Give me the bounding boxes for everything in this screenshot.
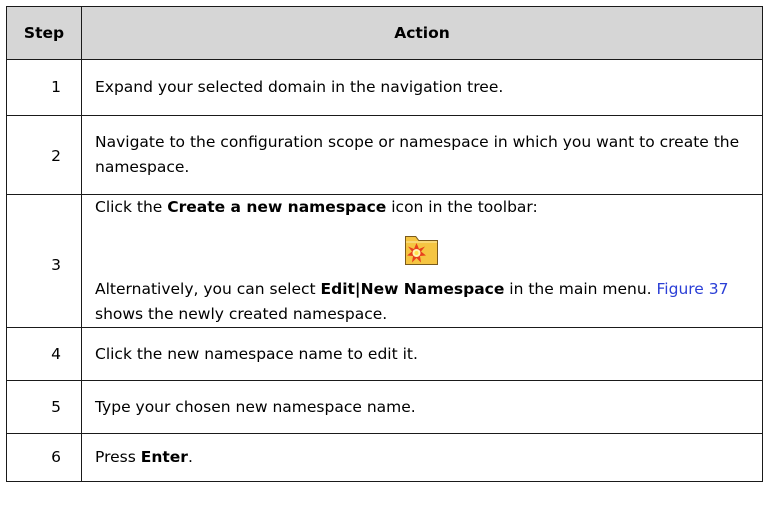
step-instruction: Click the Create a new namespace icon in… <box>95 198 538 216</box>
step-action: Click the Create a new namespace icon in… <box>81 194 763 328</box>
action-column-header: Action <box>81 6 763 60</box>
step-alternative: Alternatively, you can select Edit|New N… <box>95 280 729 323</box>
step-column-header: Step <box>6 6 82 60</box>
procedure-table: Step Action 1 Expand your selected domai… <box>6 6 763 482</box>
table-header-row: Step Action <box>6 6 763 60</box>
step-action: Type your chosen new namespace name. <box>81 380 763 434</box>
ui-label-create-namespace: Create a new namespace <box>167 198 387 216</box>
key-label-enter: Enter <box>140 448 188 466</box>
table-row: 3 Click the Create a new namespace icon … <box>6 194 763 328</box>
table-row: 1 Expand your selected domain in the nav… <box>6 59 763 116</box>
step-number: 2 <box>6 115 82 195</box>
step-number: 5 <box>6 380 82 434</box>
step-number: 3 <box>6 194 82 328</box>
new-namespace-folder-icon <box>405 236 438 265</box>
step-number: 4 <box>6 327 82 381</box>
step-action: Expand your selected domain in the navig… <box>81 59 763 116</box>
step-number: 1 <box>6 59 82 116</box>
table-row: 4 Click the new namespace name to edit i… <box>6 327 763 381</box>
step-action: Navigate to the configuration scope or n… <box>81 115 763 195</box>
table-row: 2 Navigate to the configuration scope or… <box>6 115 763 195</box>
table-row: 5 Type your chosen new namespace name. <box>6 380 763 434</box>
figure-37-link[interactable]: Figure 37 <box>657 280 729 298</box>
step-number: 6 <box>6 433 82 482</box>
menu-path-label: Edit|New Namespace <box>320 280 505 298</box>
step-action: Click the new namespace name to edit it. <box>81 327 763 381</box>
table-row: 6 Press Enter. <box>6 433 763 482</box>
step-action: Press Enter. <box>81 433 763 482</box>
